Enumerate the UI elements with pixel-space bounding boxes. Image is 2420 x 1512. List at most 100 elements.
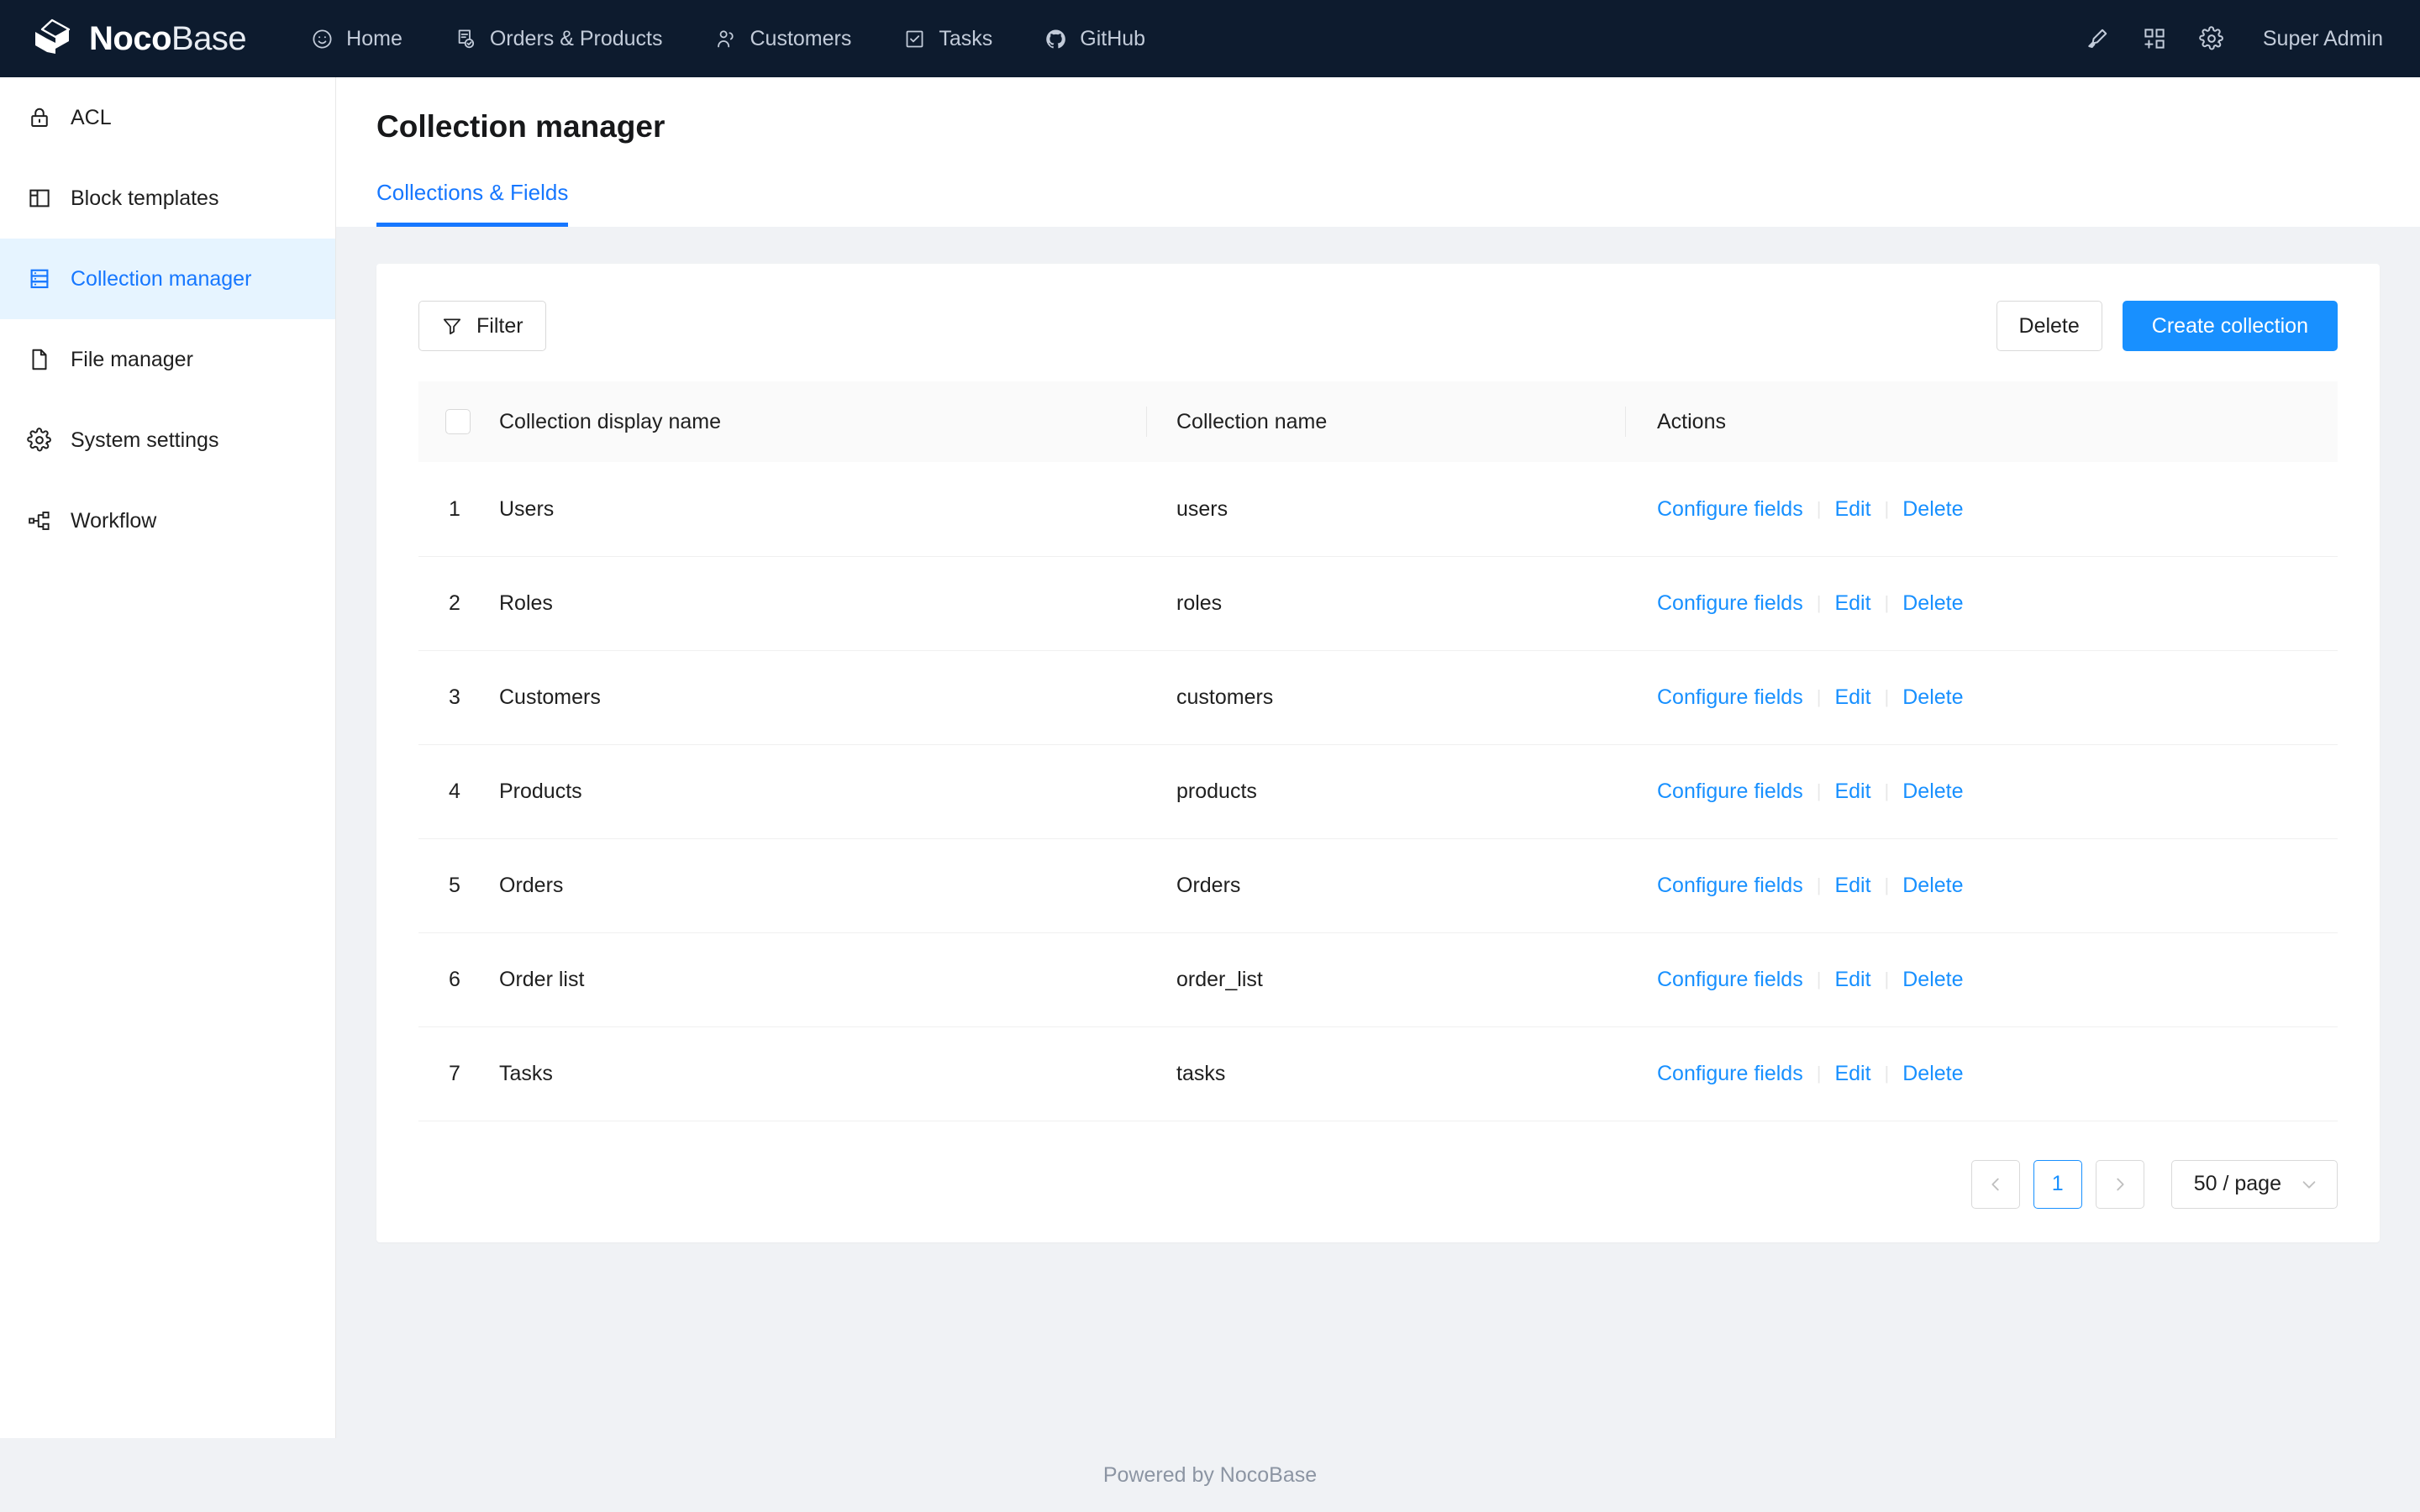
tab-collections-and-fields[interactable]: Collections & Fields	[376, 180, 569, 228]
edit-link[interactable]: Edit	[1834, 1062, 1870, 1086]
sidebar-item-block-templates[interactable]: Block templates	[0, 158, 335, 239]
settings-sidebar: ACL Block templates Collection manager F…	[0, 77, 336, 1438]
nocobase-cube-logo-icon	[30, 17, 74, 60]
row-actions: Configure fields | Edit | Delete	[1625, 1026, 2338, 1121]
sidebar-item-acl[interactable]: ACL	[0, 77, 335, 158]
chevron-right-icon	[2111, 1175, 2129, 1194]
layout-panel-icon	[27, 186, 52, 211]
topnav-label-orders-products: Orders & Products	[489, 26, 663, 50]
column-select-all	[418, 381, 499, 463]
delete-link[interactable]: Delete	[1902, 968, 1963, 992]
lock-icon	[27, 105, 52, 130]
table-row[interactable]: 7 Tasks tasks Configure fields | Edit |	[418, 1026, 2338, 1121]
add-block-icon[interactable]	[2128, 13, 2181, 65]
action-separator: |	[1884, 780, 1890, 802]
configure-fields-link[interactable]: Configure fields	[1657, 497, 1803, 522]
smiley-face-icon	[311, 28, 334, 50]
row-display-name: Order list	[499, 932, 1146, 1027]
delete-link[interactable]: Delete	[1902, 874, 1963, 898]
table-row[interactable]: 2 Roles roles Configure fields | Edit |	[418, 556, 2338, 651]
edit-link[interactable]: Edit	[1834, 591, 1870, 616]
row-display-name: Orders	[499, 838, 1146, 933]
delete-link[interactable]: Delete	[1902, 591, 1963, 616]
sidebar-item-file-manager[interactable]: File manager	[0, 319, 335, 400]
table-row[interactable]: 3 Customers customers Configure fields |…	[418, 650, 2338, 745]
page-title: Collection manager	[376, 109, 666, 144]
gear-icon[interactable]	[2186, 13, 2238, 65]
topnav-label-tasks: Tasks	[939, 26, 993, 50]
table-row[interactable]: 5 Orders Orders Configure fields | Edit …	[418, 838, 2338, 933]
configure-fields-link[interactable]: Configure fields	[1657, 591, 1803, 616]
configure-fields-link[interactable]: Configure fields	[1657, 1062, 1803, 1086]
funnel-filter-icon	[441, 315, 463, 337]
table-toolbar: Filter Delete Create collection	[418, 301, 2338, 352]
action-separator: |	[1884, 686, 1890, 708]
edit-link[interactable]: Edit	[1834, 497, 1870, 522]
row-number: 7	[418, 1026, 499, 1121]
edit-link[interactable]: Edit	[1834, 780, 1870, 804]
top-header: NocoBase Home Orders & Products Customer…	[0, 0, 2420, 77]
pagination-page-1[interactable]: 1	[2033, 1159, 2082, 1209]
create-collection-button[interactable]: Create collection	[2122, 301, 2338, 352]
column-actions: Actions	[1625, 381, 2338, 463]
pagination-prev-button[interactable]	[1970, 1159, 2020, 1209]
configure-fields-link[interactable]: Configure fields	[1657, 874, 1803, 898]
filter-button[interactable]: Filter	[418, 301, 546, 352]
edit-link[interactable]: Edit	[1834, 685, 1870, 710]
highlighter-pen-icon[interactable]	[2071, 13, 2123, 65]
page-footer: Powered by NocoBase	[0, 1438, 2420, 1512]
current-user-menu[interactable]: Super Admin	[2263, 27, 2383, 51]
sidebar-item-collection-manager[interactable]: Collection manager	[0, 239, 335, 319]
sidebar-item-system-settings[interactable]: System settings	[0, 400, 335, 480]
topnav-item-tasks[interactable]: Tasks	[877, 0, 1018, 77]
brand-name: NocoBase	[89, 19, 247, 58]
content-area: Filter Delete Create collection Collecti…	[336, 227, 2420, 1438]
action-separator: |	[1884, 969, 1890, 990]
pagination-next-button[interactable]	[2095, 1159, 2144, 1209]
delete-link[interactable]: Delete	[1902, 497, 1963, 522]
user-group-icon	[715, 28, 738, 50]
sidebar-item-workflow[interactable]: Workflow	[0, 480, 335, 561]
page-size-select[interactable]: 50 / page	[2170, 1159, 2338, 1209]
table-head: Collection display name Collection name …	[418, 381, 2338, 463]
configure-fields-link[interactable]: Configure fields	[1657, 780, 1803, 804]
row-collection-name: roles	[1146, 556, 1625, 651]
action-separator: |	[1816, 1063, 1822, 1084]
action-separator: |	[1816, 780, 1822, 802]
select-all-checkbox[interactable]	[445, 409, 471, 435]
collections-card: Filter Delete Create collection Collecti…	[376, 264, 2380, 1242]
table-row[interactable]: 4 Products products Configure fields | E…	[418, 744, 2338, 839]
page-size-label: 50 / page	[2193, 1172, 2281, 1196]
topnav-item-github[interactable]: GitHub	[1018, 0, 1171, 77]
brand-name-light: Base	[171, 19, 247, 57]
row-display-name: Products	[499, 744, 1146, 839]
row-display-name: Tasks	[499, 1026, 1146, 1121]
action-separator: |	[1816, 498, 1822, 519]
row-number: 5	[418, 838, 499, 933]
app-root: NocoBase Home Orders & Products Customer…	[0, 0, 2420, 1512]
table-header-row: Collection display name Collection name …	[418, 381, 2338, 463]
topnav-item-orders-products[interactable]: Orders & Products	[429, 0, 689, 77]
row-number: 1	[418, 462, 499, 557]
row-actions: Configure fields | Edit | Delete	[1625, 744, 2338, 839]
row-collection-name: order_list	[1146, 932, 1625, 1027]
topnav-item-home[interactable]: Home	[285, 0, 429, 77]
topnav-item-customers[interactable]: Customers	[689, 0, 878, 77]
delete-link[interactable]: Delete	[1902, 1062, 1963, 1086]
delete-link[interactable]: Delete	[1902, 780, 1963, 804]
edit-link[interactable]: Edit	[1834, 874, 1870, 898]
action-separator: |	[1816, 969, 1822, 990]
table-row[interactable]: 6 Order list order_list Configure fields…	[418, 932, 2338, 1027]
edit-link[interactable]: Edit	[1834, 968, 1870, 992]
delete-link[interactable]: Delete	[1902, 685, 1963, 710]
column-collection-name: Collection name	[1146, 381, 1625, 463]
row-display-name: Roles	[499, 556, 1146, 651]
brand-name-bold: Noco	[89, 19, 172, 57]
pagination: 1 50 / page	[418, 1159, 2338, 1209]
brand-logo-link[interactable]: NocoBase	[30, 17, 247, 60]
row-collection-name: customers	[1146, 650, 1625, 745]
bulk-delete-button[interactable]: Delete	[1996, 301, 2102, 352]
configure-fields-link[interactable]: Configure fields	[1657, 968, 1803, 992]
table-row[interactable]: 1 Users users Configure fields | Edit |	[418, 462, 2338, 557]
configure-fields-link[interactable]: Configure fields	[1657, 685, 1803, 710]
